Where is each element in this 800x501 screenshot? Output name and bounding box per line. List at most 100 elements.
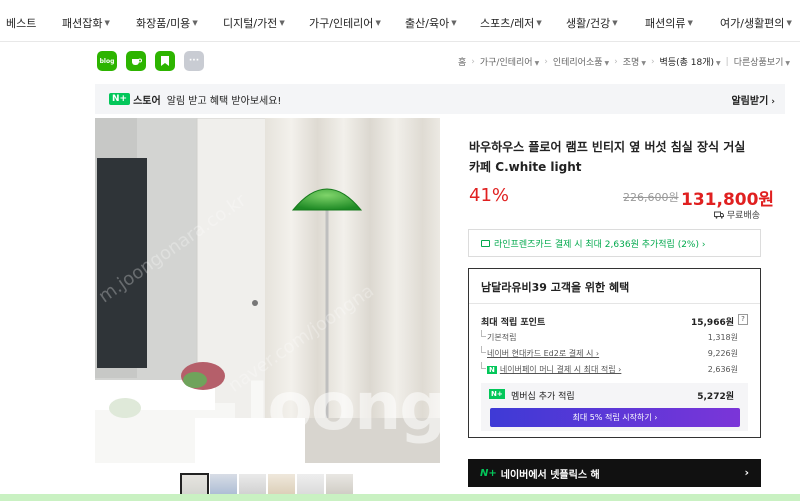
product-title: 바우하우스 플로어 램프 빈티지 옆 버섯 침실 장식 거실 카페 C.whit…: [469, 140, 746, 174]
breadcrumb-separator: ›: [544, 56, 548, 67]
store-alert-message: 알림 받고 혜택 받아보세요!: [166, 95, 282, 107]
naver-plus-badge: N+: [489, 389, 505, 399]
nav-leisure[interactable]: 여가/생활편의 ▼: [720, 15, 792, 31]
membership-value: 5,272원: [697, 392, 734, 402]
chevron-down-icon: ▼: [192, 19, 198, 27]
nav-label: 가구/인테리어: [309, 17, 374, 30]
truck-icon: [713, 211, 724, 219]
breadcrumb-item[interactable]: 가구/인테리어 ▼: [480, 55, 539, 68]
divider: [469, 303, 760, 304]
benefit-heading: 남달라유비39 고객을 위한 혜택: [481, 281, 630, 294]
chevron-down-icon: ▼: [604, 60, 610, 67]
nav-baby[interactable]: 출산/육아 ▼: [405, 15, 457, 31]
store-name[interactable]: 스토어: [133, 92, 161, 107]
breadcrumb-item-current[interactable]: 벽등(총 18개) ▼: [660, 55, 721, 68]
start-membership-button[interactable]: 최대 5% 적립 시작하기 ›: [490, 408, 740, 427]
nav-furniture[interactable]: 가구/인테리어 ▼: [309, 15, 381, 31]
sale-price: 131,800원: [681, 190, 775, 210]
help-icon[interactable]: ?: [738, 314, 748, 325]
breadcrumb-separator: ›: [650, 56, 655, 67]
points-row-card[interactable]: 네이버 현대카드 Ed2로 결제 시 › 9,226원: [481, 346, 748, 359]
shipping-info: 무료배송: [713, 208, 760, 221]
more-share-button[interactable]: ···: [184, 51, 204, 71]
naver-plus-logo: N+: [480, 467, 497, 479]
nav-label: 생활/건강: [566, 17, 611, 30]
card-offer-banner[interactable]: 라인프렌즈카드 결제 시 최대 2,636원 추가적립 (2%) ›: [468, 229, 761, 257]
card-icon: [481, 239, 490, 247]
other-products-link[interactable]: 다른상품보기 ▼: [734, 55, 790, 68]
nav-best[interactable]: 베스트: [6, 15, 36, 31]
breadcrumb-item[interactable]: 조명 ▼: [623, 55, 646, 68]
nav-label: 디지털/가전: [223, 17, 278, 30]
nav-label: 스포츠/레저: [480, 17, 535, 30]
image-watermark: Joongg: [245, 368, 440, 445]
points-row-naverpay[interactable]: N 네이버페이 머니 결제 시 최대 적립 › 2,636원: [481, 362, 748, 375]
membership-label: 멤버십 추가 적립: [511, 392, 575, 402]
points-row-value: 9,226원: [707, 349, 738, 358]
breadcrumb-item[interactable]: 인테리어소품 ▼: [553, 55, 609, 68]
nav-label: 출산/육아: [405, 17, 450, 30]
breadcrumb: 홈 › 가구/인테리어 ▼ › 인테리어소품 ▼ › 조명 ▼ › 벽등(총 18개)…: [458, 55, 790, 69]
chevron-right-icon: ›: [744, 466, 749, 479]
points-row-label: 기본적립: [487, 333, 517, 342]
breadcrumb-label: 가구/인테리어: [479, 58, 533, 68]
naverpay-badge: N: [487, 366, 497, 374]
cafe-share-button[interactable]: [126, 51, 146, 71]
chevron-down-icon: ▼: [716, 60, 721, 67]
nav-sports[interactable]: 스포츠/레저 ▼: [480, 15, 542, 31]
points-row-value: 1,318원: [707, 333, 738, 342]
points-row-value: 2,636원: [707, 365, 738, 374]
breadcrumb-home[interactable]: 홈: [458, 55, 466, 68]
points-row-basic: 기본적립 1,318원: [481, 330, 748, 343]
chevron-down-icon: ▼: [451, 19, 457, 27]
chevron-down-icon: ▼: [375, 19, 381, 27]
benefit-box: 남달라유비39 고객을 위한 혜택 최대 적립 포인트 15,966원 ? 기본…: [468, 268, 761, 438]
discount-rate: 41%: [469, 185, 510, 206]
max-points-row: 최대 적립 포인트 15,966원 ?: [481, 314, 748, 328]
naver-plus-badge: N+: [109, 93, 131, 105]
chevron-down-icon: ▼: [279, 19, 285, 27]
tree-connector: [481, 362, 486, 369]
chevron-down-icon: ▼: [104, 19, 110, 27]
product-main-image[interactable]: Joongg m.joongonara.co.kr naver.com/joon…: [95, 118, 440, 463]
nav-fashion-goods[interactable]: 패션잡화 ▼: [62, 15, 110, 31]
tree-connector: [481, 330, 486, 337]
more-icon: ···: [188, 56, 200, 66]
store-alert-bar: N+ 스토어 알림 받고 혜택 받아보세요! 알림받기 ›: [95, 84, 785, 114]
blog-share-button[interactable]: blog: [97, 51, 117, 71]
category-nav: 베스트 패션잡화 ▼ 화장품/미용 ▼ 디지털/가전 ▼ 가구/인테리어 ▼ 출산/육아…: [0, 0, 800, 42]
tree-connector: [481, 346, 486, 353]
cafe-icon: [132, 58, 142, 65]
chevron-down-icon: ▼: [641, 60, 646, 67]
points-row-label: 네이버 현대카드 Ed2로 결제 시 ›: [487, 349, 600, 358]
chevron-down-icon: ▼: [536, 19, 542, 27]
nav-health[interactable]: 생활/건강 ▼: [566, 15, 618, 31]
breadcrumb-separator: |: [725, 56, 729, 67]
breadcrumb-label: 조명: [622, 58, 640, 68]
max-points-value: 15,966원: [690, 318, 734, 328]
points-row-label: 네이버페이 머니 결제 시 최대 적립 ›: [499, 365, 622, 374]
breadcrumb-separator: ›: [614, 56, 618, 67]
blog-icon: blog: [99, 57, 115, 65]
nav-clothing[interactable]: 패션의류 ▼: [645, 15, 693, 31]
nav-label: 패션의류: [645, 17, 686, 30]
nav-label: 여가/생활편의: [720, 17, 785, 30]
breadcrumb-separator: ›: [471, 56, 475, 67]
original-price: 226,600원: [623, 191, 679, 204]
netflix-banner[interactable]: N+ 네이버에서 넷플릭스 해 ›: [468, 459, 761, 487]
nav-beauty[interactable]: 화장품/미용 ▼: [136, 15, 198, 31]
chevron-down-icon: ▼: [687, 19, 693, 27]
bookmark-share-button[interactable]: [155, 51, 175, 71]
subscribe-alert-button[interactable]: 알림받기 ›: [731, 92, 775, 107]
chevron-down-icon: ▼: [612, 19, 618, 27]
bottom-banner-strip: [0, 494, 800, 501]
chevron-down-icon: ▼: [785, 60, 790, 67]
nav-label: 패션잡화: [62, 17, 103, 30]
chevron-down-icon: ▼: [786, 19, 792, 27]
breadcrumb-label: 인테리어소품: [552, 58, 603, 68]
nav-digital[interactable]: 디지털/가전 ▼: [223, 15, 285, 31]
netflix-banner-text: 네이버에서 넷플릭스 해: [500, 469, 600, 481]
chevron-down-icon: ▼: [534, 60, 540, 67]
chevron-right-icon: ›: [771, 97, 775, 107]
nav-label: 화장품/미용: [136, 17, 191, 30]
